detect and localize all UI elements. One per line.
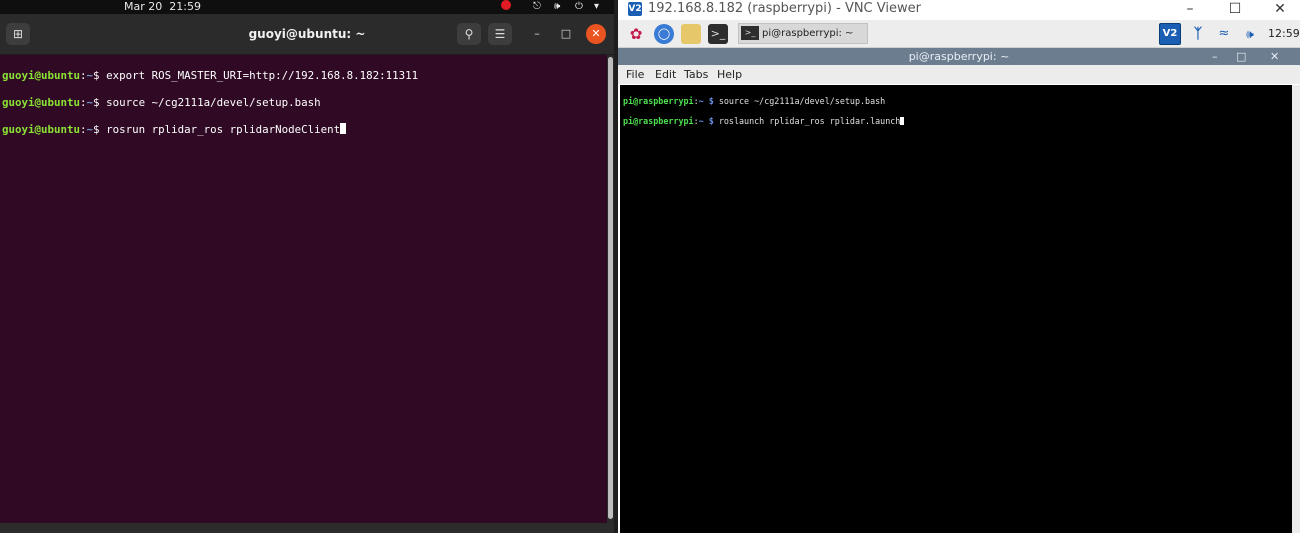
raspberry-icon[interactable]: ✿: [626, 24, 646, 44]
terminal-icon[interactable]: >_: [708, 24, 728, 44]
terminal-line: guoyi@ubuntu:~$ rosrun rplidar_ros rplid…: [2, 122, 418, 137]
clock-time: 21:59: [169, 0, 201, 13]
prompt-user: guoyi@ubuntu: [2, 95, 81, 109]
scrollbar-track[interactable]: [1292, 85, 1300, 533]
prompt-user: pi@raspberrypi: [623, 96, 694, 106]
globe-icon[interactable]: ◯: [654, 24, 674, 44]
vnc-window-title: 192.168.8.182 (raspberrypi) - VNC Viewer: [648, 1, 921, 16]
minimize-icon[interactable]: –: [527, 24, 547, 44]
command-text: export ROS_MASTER_URI=http://192.168.8.1…: [106, 68, 419, 82]
pi-terminal[interactable]: pi@raspberrypi:~ $ source ~/cg2111a/deve…: [620, 85, 1292, 533]
command-text: roslaunch rplidar_ros rplidar.launch: [718, 116, 901, 126]
terminal-output: pi@raspberrypi:~ $ source ~/cg2111a/deve…: [623, 86, 905, 146]
prompt-user: guoyi@ubuntu: [2, 122, 81, 136]
volume-icon[interactable]: 🕪: [1240, 24, 1260, 44]
taskbar-terminal-button[interactable]: >_ pi@raspberrypi: ~: [738, 23, 868, 44]
command-text: source ~/cg2111a/devel/setup.bash: [106, 95, 321, 109]
chevron-down-icon[interactable]: ▾: [594, 0, 599, 14]
terminal-line: pi@raspberrypi:~ $ roslaunch rplidar_ros…: [623, 116, 905, 126]
clock[interactable]: Mar 20 21:59: [124, 0, 201, 14]
vnc-viewer-window: V2 192.168.8.182 (raspberrypi) - VNC Vie…: [614, 0, 1300, 533]
task-label: pi@raspberrypi: ~: [762, 28, 854, 39]
folder-icon[interactable]: [681, 24, 701, 44]
pi-terminal-menubar: File Edit Tabs Help: [618, 65, 1300, 84]
ubuntu-desktop: Mar 20 21:59 ⎋ 🕪 ⏻ ▾ ⊞ guoyi@ubuntu: ~ ⚲…: [0, 0, 614, 533]
vnc-title-bar: V2 192.168.8.182 (raspberrypi) - VNC Vie…: [618, 0, 1300, 20]
text-cursor: [900, 117, 905, 125]
network-icon[interactable]: ⎋: [533, 0, 541, 14]
pi-terminal-title: pi@raspberrypi: ~: [908, 50, 1010, 63]
prompt-user: guoyi@ubuntu: [2, 68, 81, 82]
terminal-line: guoyi@ubuntu:~$ export ROS_MASTER_URI=ht…: [2, 68, 419, 82]
prompt-path: ~: [86, 95, 94, 109]
bluetooth-icon[interactable]: ᛉ: [1188, 24, 1208, 44]
ubuntu-top-bar: Mar 20 21:59 ⎋ 🕪 ⏻ ▾: [0, 0, 614, 14]
menu-file[interactable]: File: [626, 65, 644, 84]
wifi-icon[interactable]: ≈: [1214, 24, 1234, 44]
clock-date: Mar 20: [124, 0, 163, 13]
terminal-output: guoyi@ubuntu:~$ export ROS_MASTER_URI=ht…: [2, 55, 418, 163]
minimize-icon[interactable]: –: [1212, 48, 1218, 65]
new-tab-icon[interactable]: ⊞: [6, 23, 30, 45]
command-text: source ~/cg2111a/devel/setup.bash: [718, 96, 886, 106]
close-icon[interactable]: ✕: [1260, 1, 1300, 19]
close-icon[interactable]: ✕: [1270, 48, 1279, 65]
dnd-icon[interactable]: [501, 0, 511, 14]
vnc-icon: V2: [628, 2, 642, 16]
terminal-line: pi@raspberrypi:~ $ source ~/cg2111a/deve…: [623, 96, 886, 106]
hamburger-menu-icon[interactable]: ☰: [488, 23, 512, 45]
ubuntu-terminal[interactable]: guoyi@ubuntu:~$ export ROS_MASTER_URI=ht…: [0, 55, 607, 523]
command-text: rosrun rplidar_ros rplidarNodeClient: [106, 122, 341, 136]
maximize-icon[interactable]: □: [556, 24, 576, 44]
vnc-icon[interactable]: V2: [1159, 23, 1181, 45]
maximize-icon[interactable]: □: [1236, 48, 1246, 65]
pi-taskbar: ✿ ◯ >_ >_ pi@raspberrypi: ~ V2 ᛉ ≈ 🕪 12:5…: [618, 20, 1300, 48]
terminal-line: guoyi@ubuntu:~$ source ~/cg2111a/devel/s…: [2, 95, 321, 109]
close-icon[interactable]: ✕: [586, 24, 606, 44]
search-icon[interactable]: ⚲: [457, 23, 481, 45]
power-icon[interactable]: ⏻: [575, 0, 583, 14]
minimize-icon[interactable]: –: [1170, 1, 1210, 19]
menu-edit[interactable]: Edit: [655, 65, 676, 84]
terminal-icon: >_: [741, 26, 759, 40]
window-title: guoyi@ubuntu: ~: [248, 27, 366, 41]
scrollbar-thumb[interactable]: [608, 57, 613, 519]
prompt-path: ~: [698, 96, 704, 106]
menu-tabs[interactable]: Tabs: [684, 65, 708, 84]
menu-help[interactable]: Help: [717, 65, 742, 84]
prompt-path: ~: [86, 122, 94, 136]
pi-clock[interactable]: 12:59: [1268, 20, 1300, 47]
prompt-path: ~: [698, 116, 704, 126]
terminal-header-bar: ⊞ guoyi@ubuntu: ~ ⚲ ☰ – □ ✕: [0, 14, 614, 55]
prompt-user: pi@raspberrypi: [623, 116, 694, 126]
volume-icon[interactable]: 🕪: [554, 0, 560, 14]
pi-terminal-title-bar: pi@raspberrypi: ~ – □ ✕: [618, 48, 1300, 65]
text-cursor: [340, 122, 347, 134]
maximize-icon[interactable]: ☐: [1215, 1, 1255, 19]
prompt-path: ~: [86, 68, 94, 82]
